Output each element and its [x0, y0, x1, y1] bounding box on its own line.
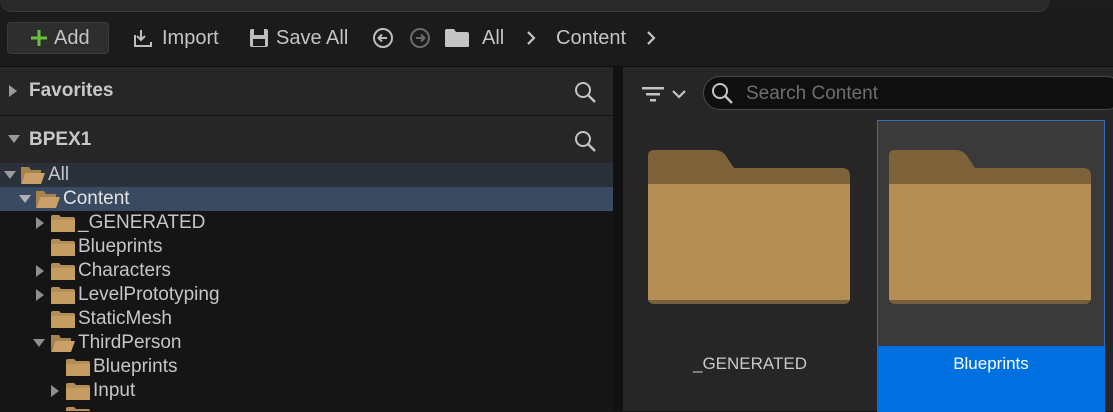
breadcrumb-chevron-icon[interactable] [643, 22, 659, 54]
tree-item-label: _GENERATED [78, 212, 206, 233]
asset-tile-label: _GENERATED [693, 354, 807, 373]
tree-item-content[interactable]: Content [0, 187, 613, 211]
search-content-box[interactable] [703, 76, 1113, 110]
expand-icon[interactable] [33, 288, 47, 302]
filter-button[interactable] [641, 81, 691, 107]
favorites-label: Favorites [29, 80, 114, 101]
tree-item-all[interactable]: All [0, 163, 613, 187]
save-all-button[interactable]: Save All [248, 22, 348, 54]
asset-tile-blueprints[interactable]: Blueprints [877, 120, 1105, 412]
breadcrumb-item-all[interactable]: All [482, 22, 504, 54]
history-forward-button[interactable] [409, 22, 431, 54]
save-all-button-label: Save All [276, 26, 349, 49]
tree-item-static-mesh[interactable]: StaticMesh [0, 307, 613, 331]
import-button-label: Import [162, 26, 219, 49]
tree-item-label: Blueprints [93, 356, 178, 377]
search-icon[interactable] [573, 129, 597, 153]
sources-panel: Favorites BPEX1 All Content _GENERATED B [0, 67, 613, 411]
import-icon [134, 30, 152, 47]
back-arrow-icon [373, 28, 393, 48]
breadcrumb-chevron-icon[interactable] [523, 22, 539, 54]
folder-icon [51, 311, 75, 328]
tree-item-level-prototyping[interactable]: LevelPrototyping [0, 283, 613, 307]
tree-item-label: Content [63, 188, 130, 209]
tree-item-generated[interactable]: _GENERATED [0, 211, 613, 235]
tree-item-input[interactable]: Input [0, 379, 613, 403]
folder-open-icon [21, 167, 45, 184]
add-button[interactable]: Add [7, 22, 109, 54]
folder-icon [51, 239, 75, 256]
tree-item-label: Blueprints [78, 236, 163, 257]
folder-icon [51, 263, 75, 280]
tree-item-label: LevelPrototyping [78, 284, 220, 305]
forward-arrow-icon [410, 28, 430, 48]
plus-icon [31, 30, 47, 46]
search-content-input[interactable] [744, 79, 1108, 109]
expand-icon[interactable] [48, 384, 62, 398]
expand-icon[interactable] [33, 216, 47, 230]
tree-item-label: StaticMesh [78, 308, 172, 329]
content-browser-toolbar: Add Import Save All All Content [0, 12, 1113, 67]
search-icon [712, 83, 733, 104]
tree-item-third-person-blueprints[interactable]: Blueprints [0, 355, 613, 379]
search-icon[interactable] [573, 80, 597, 104]
history-back-button[interactable] [372, 22, 394, 54]
folder-icon [66, 383, 90, 400]
chevron-down-icon [672, 90, 686, 99]
tree-item-label: All [48, 164, 70, 185]
asset-tile-generated[interactable]: _GENERATED [636, 120, 864, 411]
folder-open-icon [51, 335, 75, 352]
expand-down-icon [8, 135, 20, 143]
tree-item-blueprints[interactable]: Blueprints [0, 235, 613, 259]
project-label: BPEX1 [29, 129, 92, 150]
tree-item-label: ThirdPerson [78, 332, 182, 353]
import-button[interactable]: Import [132, 22, 219, 54]
folder-icon [889, 150, 1091, 304]
project-section-header[interactable]: BPEX1 [0, 116, 613, 165]
collapse-icon[interactable] [3, 168, 17, 182]
window-tab[interactable] [0, 0, 1050, 12]
expand-right-icon [9, 85, 17, 97]
collapse-icon[interactable] [32, 336, 46, 350]
add-button-label: Add [54, 26, 90, 49]
favorites-section-header[interactable]: Favorites [0, 67, 613, 116]
tree-item-characters[interactable]: Characters [0, 259, 613, 283]
folder-nav-button[interactable] [444, 22, 470, 54]
tree-item-cutoff[interactable] [0, 403, 613, 411]
tree-item-label: Characters [78, 260, 171, 281]
tree-item-third-person[interactable]: ThirdPerson [0, 331, 613, 355]
folder-icon [66, 359, 90, 376]
filter-icon [642, 87, 664, 102]
folder-icon [51, 215, 75, 232]
content-panel: _GENERATED Blueprints [623, 67, 1113, 412]
collapse-icon[interactable] [18, 192, 32, 206]
folder-icon [66, 407, 90, 411]
folder-icon [648, 150, 850, 304]
save-icon [250, 29, 268, 47]
folder-icon [51, 287, 75, 304]
panel-splitter[interactable] [613, 67, 623, 411]
tree-item-label: Input [93, 380, 136, 401]
folder-open-icon [36, 191, 60, 208]
folder-icon [445, 29, 469, 47]
breadcrumb-item-content[interactable]: Content [556, 22, 626, 54]
asset-tile-label: Blueprints [953, 354, 1029, 373]
expand-icon[interactable] [33, 264, 47, 278]
